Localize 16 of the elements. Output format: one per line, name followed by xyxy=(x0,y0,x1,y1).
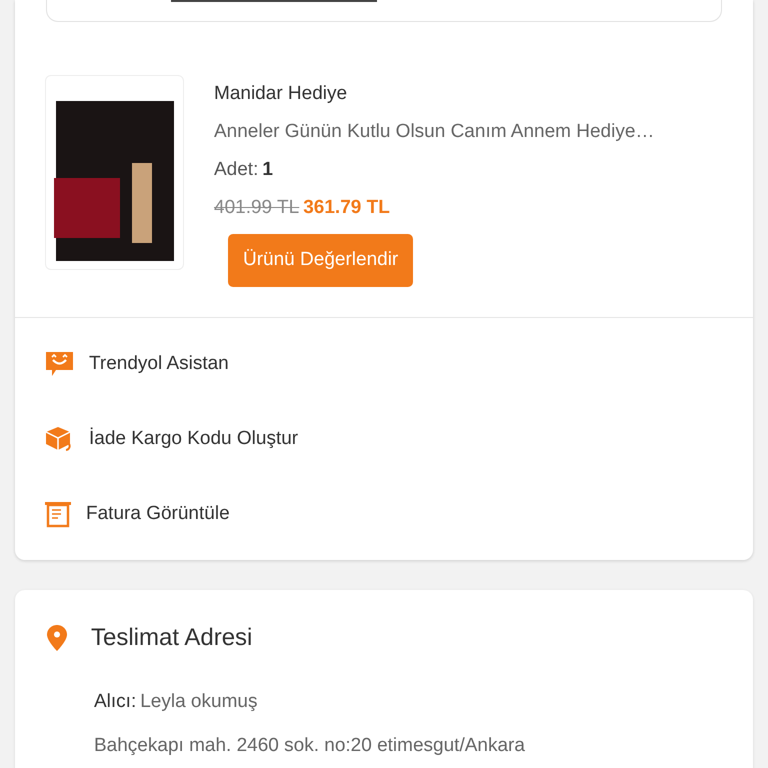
quantity-value: 1 xyxy=(262,158,273,182)
recipient-label: Alıcı: xyxy=(94,690,136,714)
section-title: Teslimat Adresi xyxy=(91,622,252,652)
quantity-label: Adet: xyxy=(214,158,258,182)
location-pin-icon xyxy=(47,624,67,650)
chat-smile-icon xyxy=(44,350,75,378)
document-icon xyxy=(44,500,72,528)
old-price: 401.99 TL xyxy=(214,196,300,220)
recipient-name: Leyla okumuş xyxy=(140,690,258,714)
price: 361.79 TL xyxy=(303,196,390,220)
action-link[interactable]: Trendyol Asistan xyxy=(89,350,229,378)
action-link[interactable]: İade Kargo Kodu Oluştur xyxy=(89,424,298,454)
seller-name: Manidar Hediye xyxy=(214,82,348,106)
product-name[interactable]: Anneler Günün Kutlu Olsun Canım Annem Hediye… xyxy=(214,113,654,151)
address-text: Bahçekapı mah. 2460 sok. no:20 etimesgut/Ankara xyxy=(94,734,526,758)
action-link[interactable]: Fatura Görüntüle xyxy=(86,500,230,528)
